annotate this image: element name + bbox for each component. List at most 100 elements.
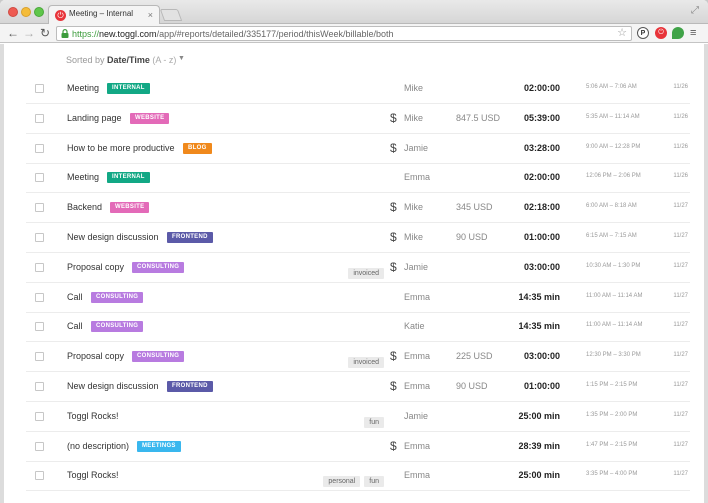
table-row[interactable]: Toggl Rocks! fun Jamie 25:00 min 1:35 PM – 2… [26,402,690,432]
row-checkbox[interactable] [35,471,44,481]
row-checkbox[interactable] [35,262,44,272]
entry-description[interactable]: (no description) [67,441,129,451]
project-badge[interactable]: CONSULTING [132,351,185,363]
minimize-window-button[interactable] [21,7,31,17]
bookmark-star-icon[interactable]: ☆ [617,27,627,40]
entry-time-range[interactable]: 9:00 AM – 12:28 PM [586,144,640,150]
fullscreen-icon[interactable]: ⤢ [691,5,699,16]
billable-dollar-icon[interactable]: $ [390,259,397,275]
entry-description[interactable]: Backend [67,202,102,212]
entry-description[interactable]: Meeting [67,172,99,182]
billable-dollar-icon[interactable]: $ [390,199,397,215]
entry-time-range[interactable]: 6:00 AM – 8:18 AM [586,203,637,209]
entry-duration[interactable]: 03:00:00 [524,351,560,361]
billable-dollar-icon[interactable]: $ [390,348,397,364]
entry-duration[interactable]: 14:35 min [518,292,560,302]
entry-description[interactable]: Landing page [67,113,122,123]
entry-time-range[interactable]: 11:00 AM – 11:14 AM [586,293,642,299]
entry-duration[interactable]: 28:39 min [518,441,560,451]
address-bar[interactable]: https://new.toggl.com/app/#reports/detai… [56,26,632,41]
project-badge[interactable]: FRONTEND [167,381,213,392]
tag-badge[interactable]: personal [323,476,361,488]
billable-dollar-icon[interactable]: $ [390,140,397,156]
entry-time-range[interactable]: 1:35 PM – 2:00 PM [586,412,637,418]
table-row[interactable]: Meeting INTERNAL Mike 02:00:00 5:06 AM – 7:0… [26,74,690,104]
row-checkbox[interactable] [35,292,44,302]
project-badge[interactable]: CONSULTING [91,321,144,333]
entry-duration[interactable]: 02:00:00 [524,172,560,182]
table-row[interactable]: How to be more productive BLOG $ Jamie 03:28… [26,134,690,164]
entry-description[interactable]: Proposal copy [67,351,124,361]
entry-time-range[interactable]: 5:06 AM – 7:06 AM [586,84,637,90]
project-badge[interactable]: FRONTEND [167,232,213,243]
table-row[interactable]: New design discussion FRONTEND $ Emma 90 USD… [26,372,690,402]
back-arrow-icon[interactable]: ← [7,26,19,40]
entry-description[interactable]: Call [67,321,83,331]
table-row[interactable]: Toggl Rocks! personal fun Emma 25:00 min 3:35… [26,461,690,492]
row-checkbox[interactable] [35,84,44,93]
row-checkbox[interactable] [35,143,44,153]
entry-description[interactable]: New design discussion [67,232,159,242]
entry-time-range[interactable]: 12:06 PM – 2:06 PM [586,173,641,179]
sort-control[interactable]: Sorted by Date/Time (A - z) [66,55,176,65]
new-tab-button[interactable] [159,9,183,21]
row-checkbox[interactable] [35,352,44,362]
entry-description[interactable]: Toggl Rocks! [67,411,119,421]
project-badge[interactable]: INTERNAL [107,83,150,94]
entry-time-range[interactable]: 6:15 AM – 7:15 AM [586,233,637,239]
billable-dollar-icon[interactable]: $ [390,229,397,245]
toggl-extension-icon[interactable]: ⏻ [655,27,667,39]
forward-arrow-icon[interactable]: → [23,26,35,40]
project-badge[interactable]: CONSULTING [91,291,144,303]
close-icon[interactable]: × [148,9,153,21]
entry-description[interactable]: How to be more productive [67,143,175,153]
project-badge[interactable]: WEBSITE [110,202,150,214]
entry-time-range[interactable]: 11:00 AM – 11:14 AM [586,322,642,328]
table-row[interactable]: (no description) MEETINGS $ Emma 28:39 min 1:… [26,432,690,462]
entry-description[interactable]: New design discussion [67,381,159,391]
entry-description[interactable]: Proposal copy [67,262,124,272]
table-row[interactable]: Landing page WEBSITE $ Mike 847.5 USD 05:39:0… [26,104,690,134]
tag-badge[interactable]: fun [364,416,384,428]
close-window-button[interactable] [8,7,18,17]
entry-duration[interactable]: 02:00:00 [524,83,560,93]
menu-icon[interactable]: ≡ [690,27,696,39]
browser-tab[interactable]: ⏻ Meeting – Internal × [48,5,160,25]
table-row[interactable]: Backend WEBSITE $ Mike 345 USD 02:18:00 6:00 A… [26,193,690,224]
table-row[interactable]: Call CONSULTING Katie 14:35 min 11:00 AM – 1… [26,312,690,343]
entry-description[interactable]: Toggl Rocks! [67,470,119,480]
project-badge[interactable]: CONSULTING [132,261,185,273]
entry-time-range[interactable]: 10:30 AM – 1:30 PM [586,263,640,269]
entry-time-range[interactable]: 1:47 PM – 2:15 PM [586,442,637,448]
project-badge[interactable]: BLOG [183,142,212,154]
entry-duration[interactable]: 05:39:00 [524,113,560,123]
table-row[interactable]: Proposal copy CONSULTING invoiced $ Jamie 03:… [26,253,690,283]
entry-description[interactable]: Call [67,292,83,302]
table-row[interactable]: Proposal copy CONSULTING invoiced $ Emma 225 … [26,342,690,373]
table-row[interactable]: New design discussion FRONTEND $ Mike 90 USD… [26,223,690,253]
entry-duration[interactable]: 25:00 min [518,470,560,480]
entry-duration[interactable]: 03:28:00 [524,143,560,153]
entry-time-range[interactable]: 3:35 PM – 4:00 PM [586,471,637,477]
table-row[interactable]: Call CONSULTING Emma 14:35 min 11:00 AM – 11… [26,283,690,313]
billable-dollar-icon[interactable]: $ [390,378,397,394]
entry-time-range[interactable]: 5:35 AM – 11:14 AM [586,114,640,120]
extension-p-icon[interactable]: P [637,27,649,39]
row-checkbox[interactable] [35,411,44,421]
entry-time-range[interactable]: 12:30 PM – 3:30 PM [586,352,641,358]
reload-icon[interactable]: ↻ [40,26,50,40]
row-checkbox[interactable] [35,322,44,332]
row-checkbox[interactable] [35,382,44,391]
row-checkbox[interactable] [35,233,44,242]
chevron-down-icon[interactable]: ▼ [178,55,185,62]
entry-duration[interactable]: 01:00:00 [524,232,560,242]
evernote-extension-icon[interactable] [672,27,684,39]
project-badge[interactable]: INTERNAL [107,172,150,184]
row-checkbox[interactable] [35,441,44,451]
row-checkbox[interactable] [35,203,44,213]
entry-time-range[interactable]: 1:15 PM – 2:15 PM [586,382,637,388]
project-badge[interactable]: WEBSITE [130,112,170,124]
entry-description[interactable]: Meeting [67,83,99,93]
table-row[interactable]: Meeting INTERNAL Emma 02:00:00 12:06 PM – 2:… [26,163,690,194]
entry-duration[interactable]: 03:00:00 [524,262,560,272]
